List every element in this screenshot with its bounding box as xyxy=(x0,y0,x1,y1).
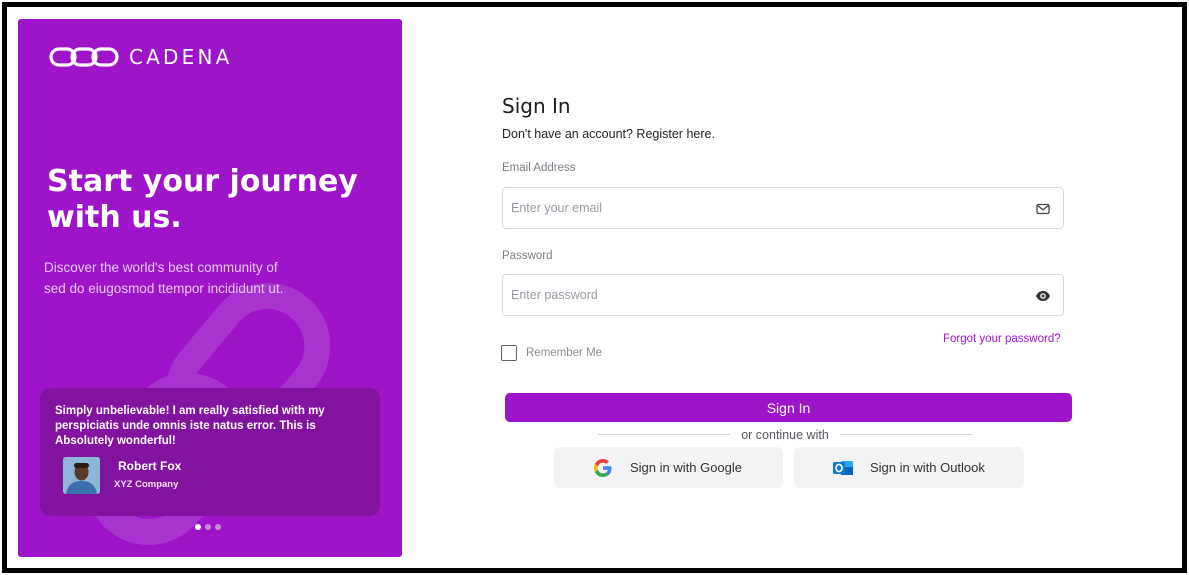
carousel-dot[interactable] xyxy=(195,524,201,530)
password-field[interactable] xyxy=(511,285,1011,305)
or-divider: or continue with xyxy=(598,428,972,442)
password-field-box xyxy=(502,274,1064,316)
avatar-image xyxy=(63,457,100,494)
google-icon xyxy=(594,458,612,477)
register-link[interactable]: Don't have an account? Register here. xyxy=(502,127,715,141)
testimonial-name: Robert Fox xyxy=(118,459,182,473)
promo-panel: CADENA Start your journey with us. Disco… xyxy=(18,19,402,557)
outlook-sign-in-button[interactable]: Sign in with Outlook xyxy=(794,447,1024,488)
password-label: Password xyxy=(502,250,553,262)
email-field-box xyxy=(502,187,1064,229)
sign-in-button[interactable]: Sign In xyxy=(505,393,1072,422)
outlook-icon xyxy=(833,460,853,475)
email-field[interactable] xyxy=(511,198,1011,218)
forgot-password-link[interactable]: Forgot your password? xyxy=(943,333,1061,345)
mail-icon xyxy=(1036,203,1050,215)
hero-description: Discover the world's best community of s… xyxy=(44,260,284,296)
remember-me[interactable]: Remember Me xyxy=(501,345,602,361)
testimonial-card: Simply unbelievable! I am really satisfi… xyxy=(40,388,380,516)
hero-title: Start your journey with us. xyxy=(47,164,358,235)
outlook-label: Sign in with Outlook xyxy=(870,460,985,475)
eye-icon[interactable] xyxy=(1035,288,1051,304)
testimonial-quote: Simply unbelievable! I am really satisfi… xyxy=(55,405,325,447)
google-sign-in-button[interactable]: Sign in with Google xyxy=(554,447,783,488)
remember-label: Remember Me xyxy=(526,347,603,359)
testimonial-company: XYZ Company xyxy=(114,479,179,490)
email-label: Email Address xyxy=(502,162,576,174)
divider-text: or continue with xyxy=(741,428,829,442)
brand: CADENA xyxy=(49,45,233,69)
brand-name: CADENA xyxy=(129,45,233,69)
avatar xyxy=(63,457,100,494)
carousel-dot[interactable] xyxy=(215,524,221,530)
carousel-dot[interactable] xyxy=(205,524,211,530)
google-label: Sign in with Google xyxy=(630,460,743,475)
remember-checkbox[interactable] xyxy=(501,345,517,361)
testimonial-author: Robert Fox XYZ Company xyxy=(55,457,364,494)
form-title: Sign In xyxy=(502,94,571,118)
carousel-dots xyxy=(195,524,221,530)
chain-link-logo-icon xyxy=(49,47,119,67)
